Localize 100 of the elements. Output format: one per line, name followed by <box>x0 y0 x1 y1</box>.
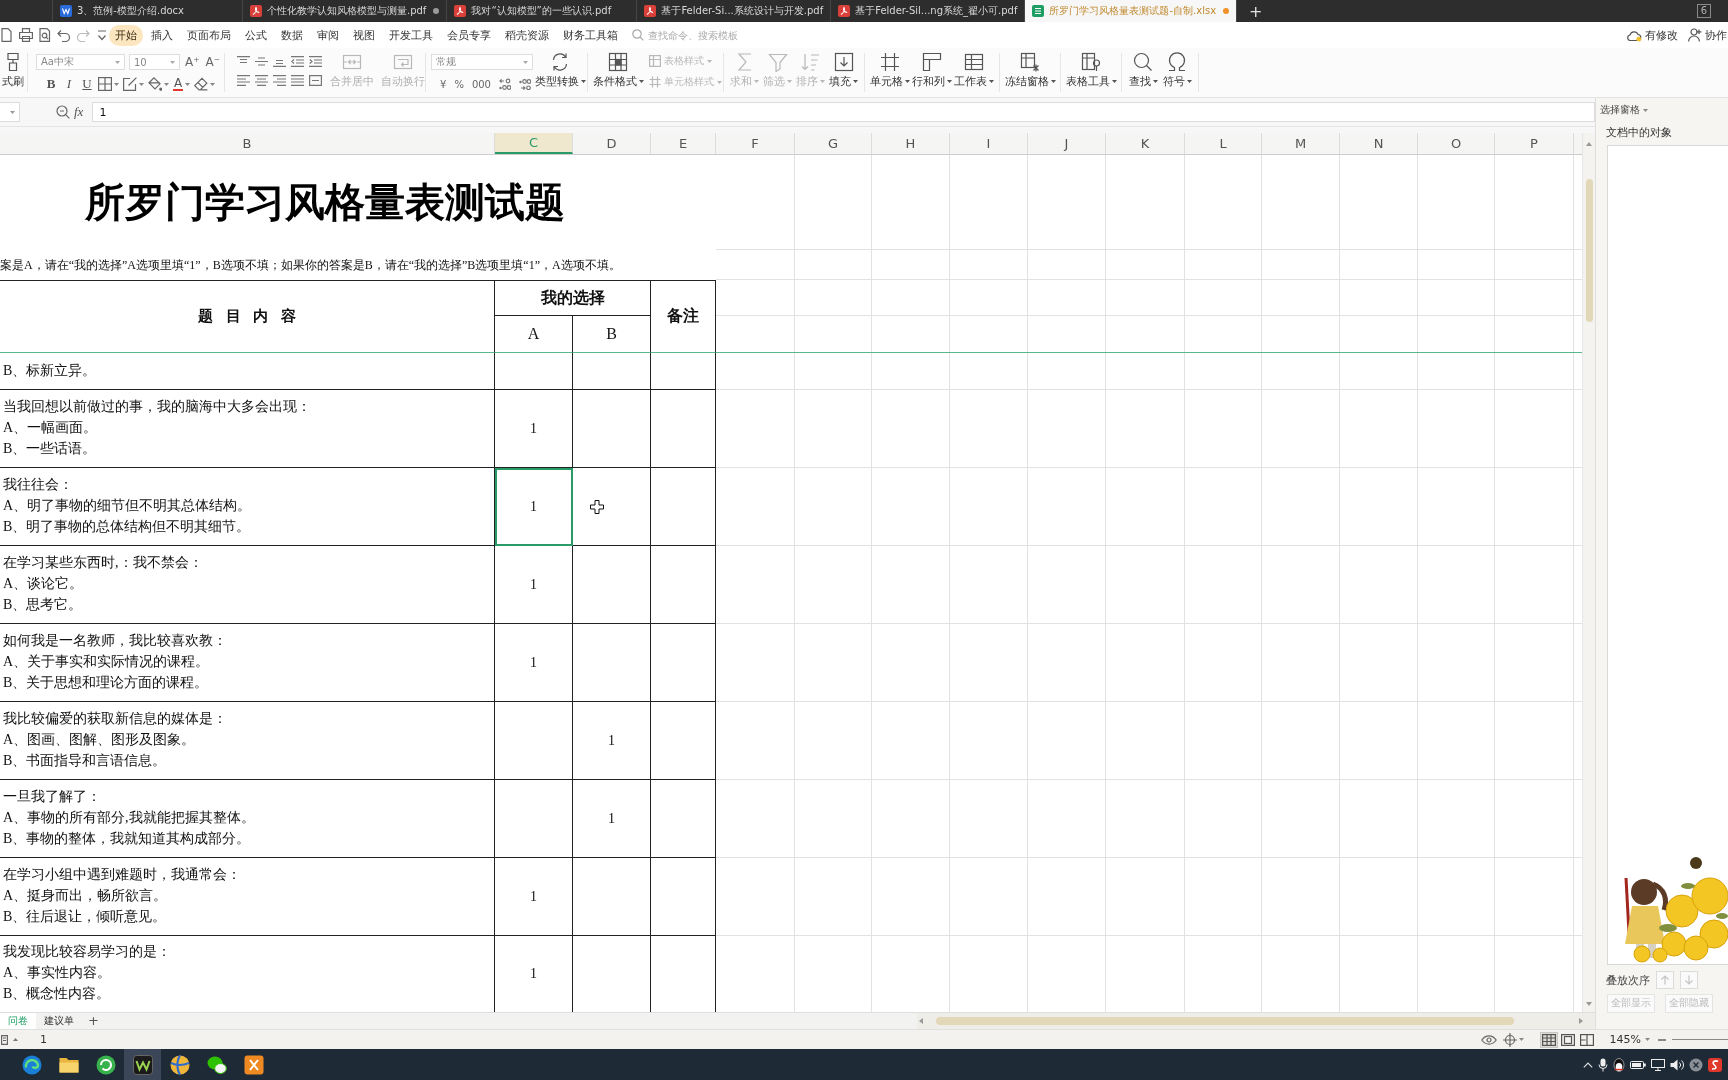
answer-cell[interactable] <box>573 546 651 624</box>
note-cell[interactable] <box>651 858 716 936</box>
decrease-font-button[interactable]: A⁻ <box>204 55 222 69</box>
answer-cell[interactable]: 1 <box>573 702 651 780</box>
font-name-field[interactable]: Aa中宋 <box>36 54 125 70</box>
printer-icon[interactable] <box>19 28 33 42</box>
vertical-scrollbar[interactable] <box>1582 133 1595 1012</box>
note-cell[interactable] <box>651 390 716 468</box>
menu-tab[interactable]: 开始 <box>109 24 143 46</box>
menu-tab[interactable]: 开发工具 <box>383 24 439 46</box>
column-header[interactable]: J <box>1028 133 1106 154</box>
note-cell[interactable] <box>651 624 716 702</box>
menu-tab[interactable]: 财务工具箱 <box>557 24 624 46</box>
font-size-field[interactable]: 10 <box>129 54 180 70</box>
worksheet-button[interactable]: 工作表 <box>953 48 995 88</box>
conditional-format-button[interactable]: 条件格式 <box>595 48 641 88</box>
symbol-button[interactable]: 符号 <box>1160 48 1194 88</box>
underline-button[interactable]: U <box>80 77 94 91</box>
column-header[interactable]: G <box>795 133 872 154</box>
add-sheet-button[interactable]: + <box>82 1013 105 1029</box>
menu-tab[interactable]: 公式 <box>239 24 273 46</box>
monitor-icon[interactable] <box>1651 1058 1665 1071</box>
justify-icon[interactable] <box>291 75 304 86</box>
minus-icon[interactable] <box>1658 1038 1666 1041</box>
magnifier-icon[interactable] <box>56 105 70 119</box>
paint-bucket-icon[interactable] <box>148 77 162 91</box>
search-field[interactable]: 查找命令、搜索模板 <box>648 29 742 41</box>
increase-font-button[interactable]: A⁺ <box>184 55 201 69</box>
note-cell[interactable] <box>651 353 716 390</box>
taskbar-button[interactable] <box>124 1049 161 1080</box>
horizontal-scrollbar[interactable] <box>917 1013 1595 1029</box>
answer-cell[interactable]: 1 <box>495 468 573 546</box>
collaborate-button[interactable]: 协作 <box>1688 27 1727 43</box>
number-format-field[interactable]: 常规 <box>431 54 533 70</box>
table-tools-button[interactable]: 表格工具 <box>1065 48 1117 88</box>
scrollbar-thumb[interactable] <box>936 1017 1514 1025</box>
answer-cell[interactable]: 1 <box>495 624 573 702</box>
menu-tab[interactable]: 视图 <box>347 24 381 46</box>
border-grid-icon[interactable] <box>98 77 112 91</box>
indent-decrease-icon[interactable] <box>291 56 304 67</box>
view-button[interactable] <box>1558 1031 1577 1048</box>
answer-cell[interactable] <box>573 858 651 936</box>
align-middle-icon[interactable] <box>255 56 268 67</box>
answer-cell[interactable]: 1 <box>495 858 573 936</box>
chevron-up-icon[interactable] <box>1583 1061 1593 1068</box>
wave-tile-icon[interactable] <box>1708 1057 1722 1072</box>
eye-icon[interactable] <box>1480 1034 1497 1045</box>
answer-cell[interactable]: 1 <box>495 546 573 624</box>
answer-cell[interactable]: 1 <box>495 390 573 468</box>
menu-tab[interactable]: 稻壳资源 <box>499 24 555 46</box>
answer-cell[interactable] <box>573 624 651 702</box>
rows-columns-button[interactable]: 行和列 <box>911 48 953 88</box>
percent-button[interactable]: % <box>454 78 464 90</box>
answer-cell[interactable] <box>495 702 573 780</box>
italic-button[interactable]: I <box>62 77 76 91</box>
column-header[interactable]: H <box>872 133 950 154</box>
note-cell[interactable] <box>651 780 716 858</box>
answer-cell[interactable] <box>495 780 573 858</box>
battery-icon[interactable] <box>1630 1059 1646 1070</box>
caret-down-icon[interactable] <box>1586 1002 1592 1006</box>
view-button[interactable] <box>1539 1031 1558 1048</box>
answer-cell[interactable] <box>573 353 651 390</box>
menu-tab[interactable]: 插入 <box>145 24 179 46</box>
answer-cell[interactable] <box>573 468 651 546</box>
align-center-icon[interactable] <box>255 75 268 86</box>
menu-tab[interactable]: 会员专享 <box>441 24 497 46</box>
file-icon[interactable] <box>0 28 14 42</box>
note-cell[interactable] <box>651 702 716 780</box>
column-header[interactable]: N <box>1340 133 1418 154</box>
close-circle-icon[interactable] <box>1689 1057 1703 1072</box>
fill-button[interactable]: 填充 <box>827 48 860 88</box>
align-right-icon[interactable] <box>273 75 286 86</box>
new-tab-button[interactable]: + <box>1237 0 1275 22</box>
find-button[interactable]: 查找 <box>1126 48 1160 88</box>
column-header[interactable]: P <box>1495 133 1574 154</box>
pencil-square-icon[interactable] <box>123 77 137 91</box>
sync-status-button[interactable]: 有修改 <box>1626 27 1678 43</box>
currency-button[interactable]: ¥ <box>440 78 447 90</box>
type-convert-button[interactable]: 类型转换 <box>537 48 583 88</box>
column-header[interactable]: M <box>1262 133 1340 154</box>
column-header[interactable]: E <box>651 133 716 154</box>
column-header[interactable]: F <box>716 133 795 154</box>
tab-count-button[interactable]: 6 <box>1696 4 1711 18</box>
sheet-tab[interactable]: 问卷 <box>0 1013 36 1029</box>
answer-cell[interactable] <box>573 390 651 468</box>
menu-tab[interactable]: 页面布局 <box>181 24 237 46</box>
menu-tab[interactable]: 审阅 <box>311 24 345 46</box>
note-cell[interactable] <box>651 468 716 546</box>
menu-tab[interactable]: 数据 <box>275 24 309 46</box>
freeze-panes-button[interactable]: 冻结窗格 <box>1004 48 1056 88</box>
cell-button[interactable]: 单元格 <box>869 48 911 88</box>
column-header[interactable]: D <box>573 133 651 154</box>
penguin-icon[interactable] <box>1613 1057 1625 1072</box>
column-header[interactable]: O <box>1418 133 1495 154</box>
decimal-increase-icon[interactable] <box>499 78 511 90</box>
eraser-icon[interactable] <box>194 77 209 91</box>
column-header[interactable]: K <box>1106 133 1185 154</box>
align-left-icon[interactable] <box>237 75 250 86</box>
thousands-separator-button[interactable]: 000 <box>471 78 491 90</box>
note-cell[interactable] <box>651 546 716 624</box>
